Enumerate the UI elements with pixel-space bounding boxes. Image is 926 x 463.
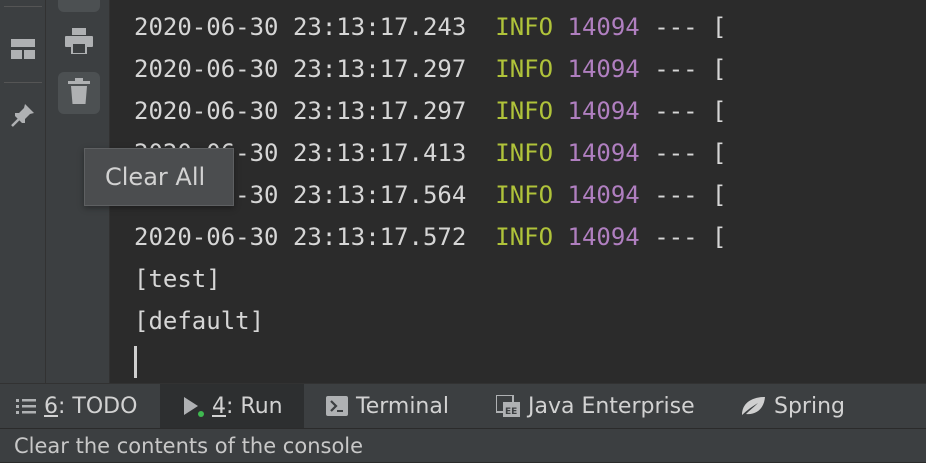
tab-label: Spring: [774, 393, 845, 419]
tab-label: : TODO: [58, 393, 138, 419]
log-pid: 14094: [567, 223, 640, 251]
output-line: [default]: [134, 307, 265, 335]
log-timestamp: 2020-06-30 23:13:17.297: [134, 97, 467, 125]
log-level: INFO: [495, 13, 554, 41]
text-cursor: [134, 346, 137, 378]
divider: [4, 6, 42, 7]
log-pid: 14094: [567, 181, 640, 209]
tab-label: Java Enterprise: [528, 393, 695, 419]
log-rest: --- [: [639, 55, 727, 83]
list-icon: [16, 398, 36, 414]
log-pid: 14094: [567, 13, 640, 41]
print-button[interactable]: [58, 22, 100, 64]
trash-icon: [68, 78, 90, 108]
java-enterprise-icon: EE: [496, 395, 520, 417]
svg-text:EE: EE: [505, 407, 517, 417]
left-tool-strip: [0, 0, 46, 383]
terminal-icon: [326, 396, 348, 416]
layout-icon[interactable]: [8, 34, 38, 64]
print-icon: [65, 28, 93, 58]
spring-icon: [740, 395, 766, 417]
log-line: 2020-06-30 23:13:17.297 INFO 14094 --- [: [134, 48, 726, 90]
log-level: INFO: [495, 55, 554, 83]
tab-todo[interactable]: 6: TODO: [16, 384, 137, 428]
tab-run[interactable]: 4: Run: [160, 384, 304, 428]
tab-spring[interactable]: Spring: [740, 384, 845, 428]
tab-mnemonic: 6: [44, 393, 58, 419]
log-rest: --- [: [639, 13, 727, 41]
divider: [4, 82, 42, 83]
tab-java-enterprise[interactable]: EE Java Enterprise: [496, 384, 695, 428]
status-text: Clear the contents of the console: [14, 434, 364, 458]
log-line: 2020-06-30 23:13:17.297 INFO 14094 --- [: [134, 90, 726, 132]
log-rest: --- [: [639, 181, 727, 209]
tab-terminal[interactable]: Terminal: [326, 384, 449, 428]
toolbar-button[interactable]: [58, 0, 100, 12]
log-level: INFO: [495, 223, 554, 251]
clear-all-tooltip: Clear All: [84, 148, 234, 206]
clear-all-button[interactable]: [58, 72, 100, 114]
log-timestamp: 2020-06-30 23:13:17.243: [134, 13, 467, 41]
log-timestamp: 2020-06-30 23:13:17.572: [134, 223, 467, 251]
tab-mnemonic: 4: [212, 393, 226, 419]
log-rest: --- [: [639, 139, 727, 167]
log-level: INFO: [495, 97, 554, 125]
log-timestamp: 2020-06-30 23:13:17.297: [134, 55, 467, 83]
log-pid: 14094: [567, 97, 640, 125]
log-line: 2020-06-30 23:13:17.243 INFO 14094 --- [: [134, 6, 726, 48]
log-level: INFO: [495, 139, 554, 167]
output-line: [test]: [134, 265, 221, 293]
tool-window-bar: 6: TODO 4: Run Terminal EE Java Enterpri…: [0, 383, 926, 428]
run-icon: [182, 395, 204, 417]
tab-label: Terminal: [356, 393, 449, 419]
log-pid: 14094: [567, 139, 640, 167]
log-level: INFO: [495, 181, 554, 209]
tab-label: : Run: [226, 393, 283, 419]
pin-icon[interactable]: [8, 100, 38, 130]
log-rest: --- [: [639, 223, 727, 251]
log-rest: --- [: [639, 97, 727, 125]
status-bar: Clear the contents of the console: [0, 428, 926, 462]
log-pid: 14094: [567, 55, 640, 83]
log-line: 2020-06-30 23:13:17.572 INFO 14094 --- [: [134, 216, 726, 258]
